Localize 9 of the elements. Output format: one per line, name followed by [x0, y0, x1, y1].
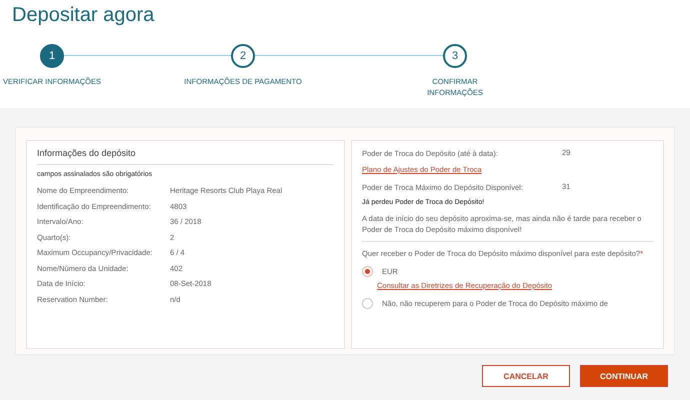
radio-button[interactable] — [362, 298, 373, 309]
step-number: 2 — [231, 44, 255, 68]
page-title: Depositar agora — [12, 3, 156, 28]
continue-button[interactable]: CONTINUAR — [580, 365, 668, 387]
card-heading: Informações do depósito — [37, 148, 334, 165]
step-number: 3 — [443, 44, 467, 68]
radio-button[interactable] — [362, 266, 373, 277]
step-number: 1 — [40, 44, 64, 68]
cancel-button[interactable]: CANCELAR — [482, 365, 570, 387]
